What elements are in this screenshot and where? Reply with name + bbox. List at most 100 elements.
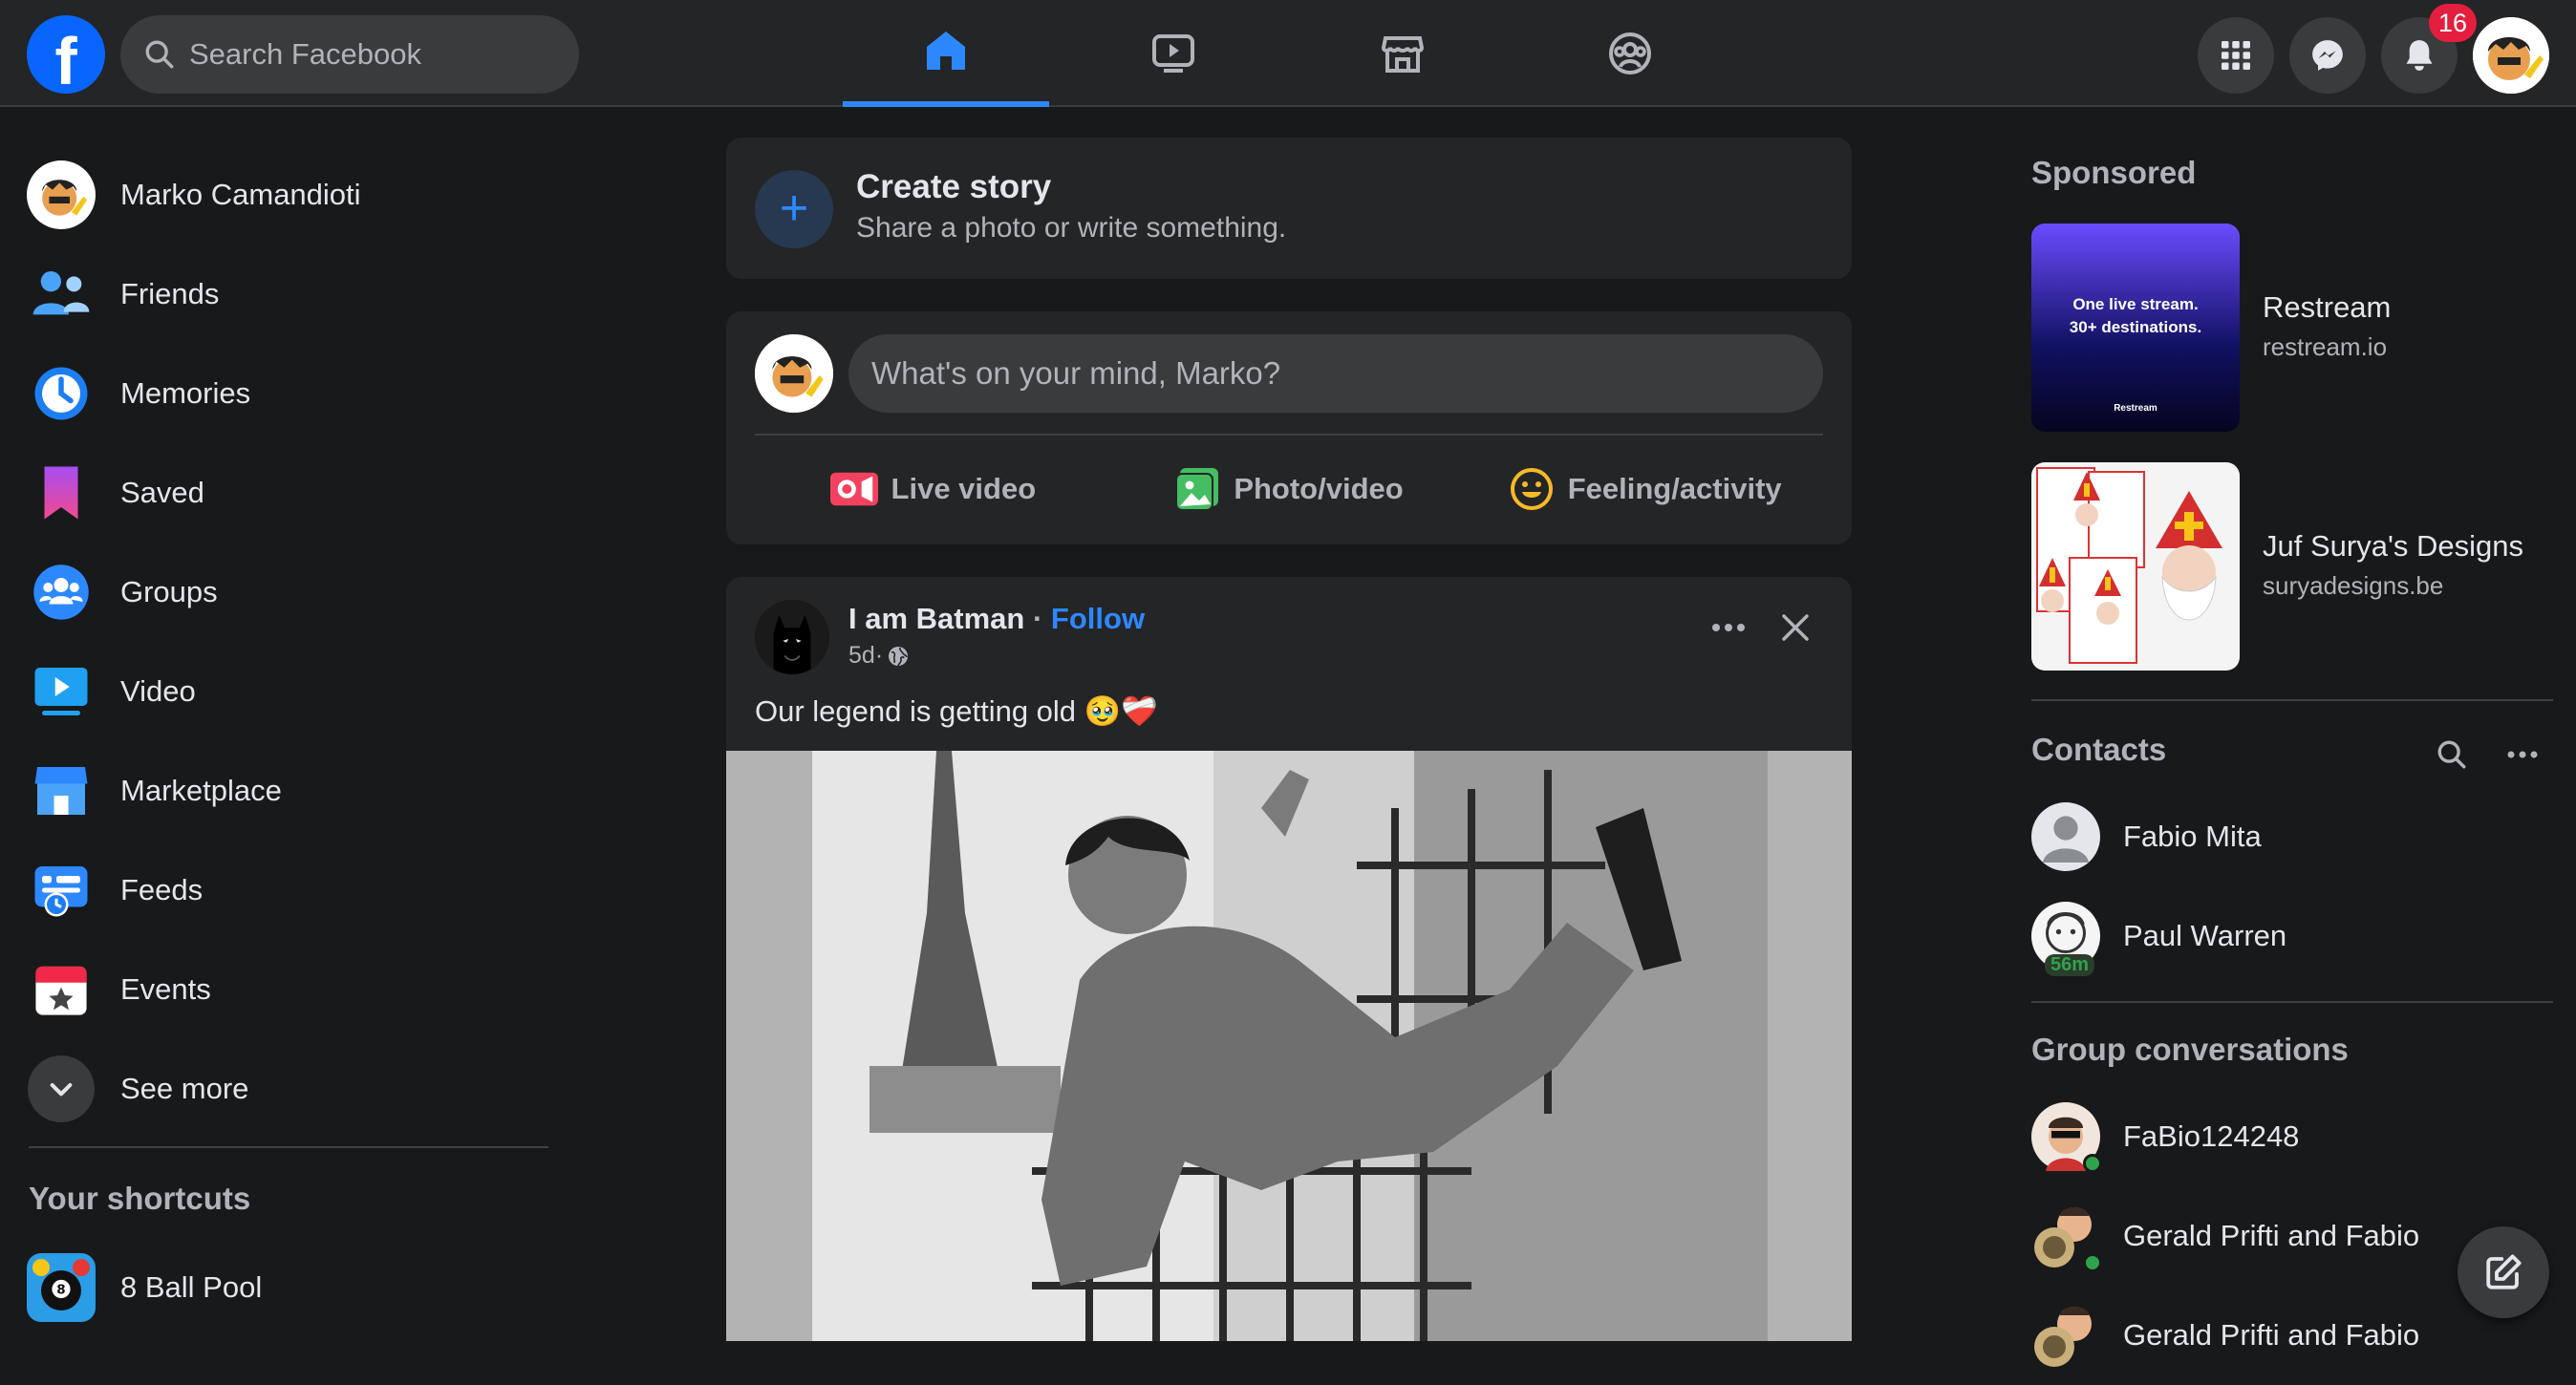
online-status-indicator [2083,1154,2102,1173]
tab-groups[interactable] [1527,0,1733,107]
post-composer: Live video Photo/video Feeling/activity [726,311,1852,544]
ad-text: Restream restream.io [2263,224,2391,434]
video-tab-icon [1152,34,1194,73]
shortcut-8-ball-pool[interactable]: 8 8 Ball Pool [27,1238,262,1337]
account-avatar[interactable] [2473,17,2549,94]
sidebar-item-label: Events [120,972,211,1006]
group-avatar [2031,1102,2102,1173]
facebook-logo[interactable]: f [27,15,105,94]
sidebar-item-video[interactable]: Video [27,642,562,741]
post-time[interactable]: 5d [848,642,875,670]
ad-name: Restream [2263,290,2392,324]
post-meta: 5d · [848,642,910,670]
tab-marketplace[interactable] [1299,0,1506,107]
8-ball-pool-icon: 8 [27,1253,96,1322]
contact-item[interactable]: 56m Paul Warren [2031,886,2286,986]
group-conversation-item[interactable]: Gerald Prifti and Fabio [2031,1286,2419,1385]
see-more-circle [27,1055,96,1123]
post-text: Our legend is getting old 🥹❤️‍🩹 [755,694,1158,728]
create-story-subtitle: Share a photo or write something. [856,212,1287,244]
contact-avatar: 56m [2031,902,2100,976]
photo-video-button[interactable]: Photo/video [1111,451,1468,527]
sidebar-item-label: Memories [120,376,251,410]
compose-icon [2486,1254,2522,1289]
sidebar-item-label: See more [120,1072,249,1105]
group-name: Gerald Prifti and Fabio [2123,1318,2420,1352]
feeling-activity-button[interactable]: Feeling/activity [1467,451,1823,527]
sponsored-title: Sponsored [2031,155,2197,190]
sidebar-item-label: Friends [120,277,220,310]
new-message-button[interactable] [2458,1226,2549,1318]
ad-suryadesigns[interactable]: Juf Surya's Designs suryadesigns.be [2031,462,2547,672]
svg-text:Restream: Restream [2114,403,2157,414]
group-photo-icon [2034,1307,2092,1367]
search-icon [145,40,174,69]
composer-actions: Live video Photo/video Feeling/activity [755,451,1823,527]
ad-restream[interactable]: One live stream. 30+ destinations. Restr… [2031,224,2547,434]
group-avatar [2031,1202,2102,1272]
profile-avatar [27,160,96,229]
groups-icon [27,558,96,627]
contacts-title: Contacts [2031,732,2167,767]
menu-button[interactable] [2198,17,2274,94]
tab-video[interactable] [1070,0,1277,107]
live-video-button[interactable]: Live video [755,451,1111,527]
search-input[interactable] [189,37,552,72]
post-photo[interactable] [726,751,1852,1341]
batman-avatar-icon [755,600,829,674]
post-author-name[interactable]: I am Batman [848,602,1024,635]
saved-icon [27,458,96,527]
sponsored-divider [2031,699,2553,701]
ad-text: Juf Surya's Designs suryadesigns.be [2263,462,2523,672]
video-icon [27,657,96,726]
marketplace-tab-icon [1381,36,1425,73]
sidebar-item-profile[interactable]: Marko Camandioti [27,145,562,245]
more-horizontal-icon [2507,751,2538,758]
events-icon [27,955,96,1024]
follow-link[interactable]: Follow [1051,602,1145,635]
group-name: Gerald Prifti and Fabio [2123,1219,2420,1252]
sidebar-item-see-more[interactable]: See more [27,1039,562,1139]
search-box[interactable] [120,15,579,94]
feed-post: I am Batman · Follow 5d · Our legend is … [726,577,1852,1341]
post-options-button[interactable] [1699,598,1758,657]
post-author-avatar[interactable] [755,600,829,674]
sidebar-item-friends[interactable]: Friends [27,245,562,344]
group-conversation-item[interactable]: FaBio124248 [2031,1087,2299,1186]
messenger-icon [2312,40,2343,71]
sidebar-item-groups[interactable]: Groups [27,543,562,642]
group-conversations-title: Group conversations [2031,1032,2349,1067]
composer-avatar[interactable] [755,334,833,413]
notifications-badge: 16 [2429,4,2478,42]
contacts-options-button[interactable] [2500,732,2545,778]
sidebar-item-label: Video [120,674,196,708]
online-status-indicator [2083,1253,2102,1272]
hide-post-button[interactable] [1766,598,1825,657]
composer-divider [755,434,1823,436]
sidebar-item-saved[interactable]: Saved [27,443,562,543]
sidebar-item-label: Marko Camandioti [120,178,361,211]
author-separator: · [1024,602,1051,635]
group-avatar [2031,1301,2100,1370]
ad-image-restream: One live stream. 30+ destinations. Restr… [2031,224,2240,432]
photo-video-label: Photo/video [1234,472,1404,505]
group-conversation-item[interactable]: Gerald Prifti and Fabio [2031,1186,2419,1286]
tab-home[interactable] [843,0,1049,107]
create-story-card[interactable]: + Create story Share a photo or write so… [726,138,1852,279]
sidebar-item-events[interactable]: Events [27,940,562,1039]
default-avatar-icon [2031,802,2100,871]
ad-domain: suryadesigns.be [2263,571,2444,600]
svg-text:30+ destinations.: 30+ destinations. [2070,318,2201,336]
sidebar-item-memories[interactable]: Memories [27,344,562,443]
search-contacts-button[interactable] [2429,732,2475,778]
whats-on-your-mind-input[interactable] [848,334,1823,413]
contact-item[interactable]: Fabio Mita [2031,787,2262,886]
plus-icon: + [755,170,833,248]
home-icon [927,32,965,70]
menu-grid-icon [2222,41,2250,70]
sidebar-item-feeds[interactable]: Feeds [27,841,562,940]
messenger-button[interactable] [2289,17,2366,94]
search-icon [2437,740,2466,769]
sidebar-item-marketplace[interactable]: Marketplace [27,741,562,841]
marketplace-icon [27,756,96,825]
